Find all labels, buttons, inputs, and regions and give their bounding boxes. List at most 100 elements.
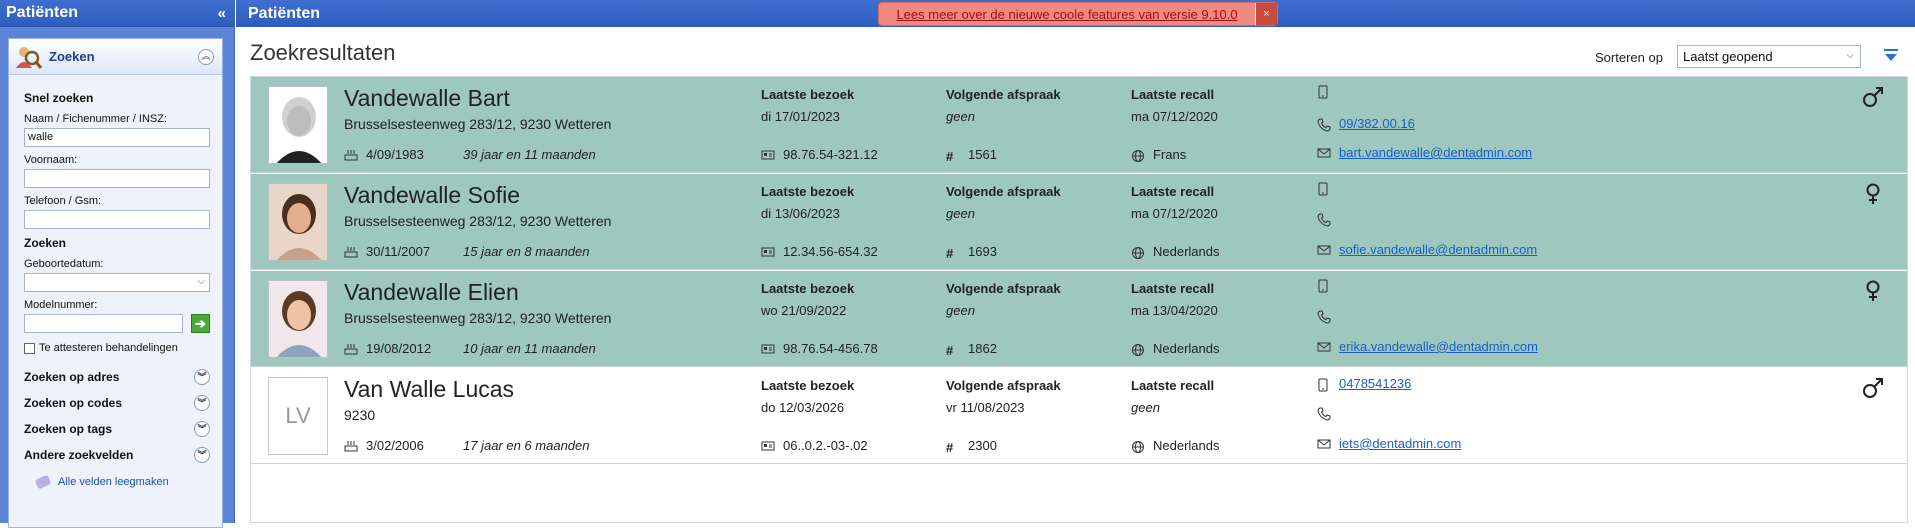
sidebar-title: Patiënten bbox=[6, 4, 79, 21]
female-symbol-icon bbox=[1861, 182, 1885, 206]
chevron-down-icon: ⌵ bbox=[1846, 50, 1854, 61]
double-chevron-left-icon[interactable]: « bbox=[218, 5, 226, 22]
last-recall-value: ma 07/12/2020 bbox=[1131, 109, 1218, 124]
next-appointment-value: geen bbox=[946, 109, 975, 124]
sort-select[interactable]: Laatst geopend ⌵ bbox=[1677, 45, 1861, 68]
patient-address: Brusselsesteenweg 283/12, 9230 Wetteren bbox=[344, 310, 612, 326]
collapse-codes[interactable]: Zoeken op codes ︾ bbox=[24, 390, 210, 416]
update-banner: Lees meer over de nieuwe coole features … bbox=[878, 2, 1278, 26]
search-form: Snel zoeken Naam / Fichenummer / INSZ: w… bbox=[9, 75, 222, 490]
mobile-link[interactable]: 0478541236 bbox=[1339, 376, 1411, 391]
male-symbol-icon bbox=[1861, 376, 1885, 400]
collapse-tags[interactable]: Zoeken op tags ︾ bbox=[24, 416, 210, 442]
phone-icon bbox=[1317, 310, 1331, 324]
file-number: #1561 bbox=[946, 147, 997, 164]
next-appointment-label: Volgende afspraak bbox=[946, 378, 1061, 393]
envelope-icon bbox=[1317, 438, 1331, 450]
last-recall-label: Laatste recall bbox=[1131, 87, 1215, 102]
firstname-label: Voornaam: bbox=[24, 154, 78, 166]
globe-icon bbox=[1131, 440, 1145, 453]
last-visit-label: Laatste bezoek bbox=[761, 184, 855, 199]
phone-label: Telefoon / Gsm: bbox=[24, 195, 102, 207]
last-visit-label: Laatste bezoek bbox=[761, 378, 855, 393]
email-link[interactable]: iets@dentadmin.com bbox=[1339, 436, 1461, 451]
table-row[interactable]: LV Van Walle Lucas 9230 3/02/2006 17 jaar en… bbox=[251, 368, 1907, 464]
phone-link[interactable]: 09/382.00.16 bbox=[1339, 116, 1415, 131]
model-input[interactable] bbox=[24, 314, 183, 333]
attest-checkbox-row[interactable]: Te attesteren behandelingen bbox=[24, 342, 222, 354]
phone-input[interactable] bbox=[24, 210, 210, 229]
avatar bbox=[268, 183, 328, 261]
hash-icon: # bbox=[946, 439, 954, 455]
birthdate-value: 4/09/1983 bbox=[366, 147, 424, 162]
patient-age: 10 jaar en 11 maanden bbox=[463, 341, 596, 356]
patient-address: 9230 bbox=[344, 407, 376, 423]
table-row[interactable]: Vandewalle Elien Brusselsesteenweg 283/12… bbox=[251, 271, 1907, 367]
language: Nederlands bbox=[1131, 438, 1220, 453]
model-label: Modelnummer: bbox=[24, 299, 98, 311]
id-card-icon bbox=[761, 343, 775, 355]
sort-value: Laatst geopend bbox=[1683, 49, 1773, 64]
id-number-value: 06..0.2.-03-.02 bbox=[783, 438, 868, 453]
chevron-down-icon[interactable]: ︾ bbox=[194, 369, 210, 385]
file-number-value: 1561 bbox=[968, 147, 997, 162]
envelope-icon bbox=[1317, 244, 1331, 256]
last-recall-label: Laatste recall bbox=[1131, 184, 1215, 199]
email-link[interactable]: bart.vandewalle@dentadmin.com bbox=[1339, 145, 1532, 160]
close-icon[interactable]: × bbox=[1255, 3, 1277, 25]
email-link[interactable]: sofie.vandewalle@dentadmin.com bbox=[1339, 242, 1537, 257]
patient-address: Brusselsesteenweg 283/12, 9230 Wetteren bbox=[344, 116, 612, 132]
globe-icon bbox=[1131, 343, 1145, 356]
results-list: Vandewalle Bart Brusselsesteenweg 283/12,… bbox=[250, 76, 1908, 523]
patient-name[interactable]: Vandewalle Elien bbox=[344, 279, 519, 306]
collapse-other[interactable]: Andere zoekvelden ︾ bbox=[24, 442, 210, 468]
chevron-down-icon[interactable]: ︾ bbox=[194, 447, 210, 463]
phone-line bbox=[1317, 310, 1339, 324]
search-panel-header[interactable]: Zoeken ︽ bbox=[9, 39, 222, 75]
chevron-down-icon[interactable]: ︾ bbox=[194, 395, 210, 411]
birthdate: 4/09/1983 bbox=[344, 147, 424, 162]
email-link[interactable]: erika.vandewalle@dentadmin.com bbox=[1339, 339, 1538, 354]
table-row[interactable]: Vandewalle Bart Brusselsesteenweg 283/12,… bbox=[251, 77, 1907, 173]
magnifier-person-icon bbox=[13, 42, 43, 72]
phone-icon bbox=[1317, 213, 1331, 227]
patient-name[interactable]: Vandewalle Bart bbox=[344, 85, 510, 112]
attest-label: Te attesteren behandelingen bbox=[39, 342, 178, 354]
collapse-codes-label: Zoeken op codes bbox=[24, 396, 123, 410]
cake-icon bbox=[344, 440, 358, 452]
language: Frans bbox=[1131, 147, 1186, 162]
id-number-value: 98.76.54-321.12 bbox=[783, 147, 878, 162]
next-appointment-value: geen bbox=[946, 303, 975, 318]
chevron-down-icon[interactable]: ︾ bbox=[194, 421, 210, 437]
last-visit-value: di 17/01/2023 bbox=[761, 109, 840, 124]
filter-icon[interactable] bbox=[1883, 48, 1899, 64]
eraser-icon bbox=[34, 474, 52, 490]
attest-checkbox[interactable] bbox=[24, 342, 35, 354]
hash-icon: # bbox=[946, 342, 954, 358]
arrow-right-icon[interactable]: ➔ bbox=[191, 314, 210, 333]
birthdate: 30/11/2007 bbox=[344, 244, 430, 259]
language-value: Nederlands bbox=[1153, 341, 1220, 356]
avatar bbox=[268, 280, 328, 358]
avatar: LV bbox=[268, 377, 328, 455]
phone-line bbox=[1317, 407, 1339, 421]
table-row[interactable]: Vandewalle Sofie Brusselsesteenweg 283/12… bbox=[251, 174, 1907, 270]
firstname-input[interactable] bbox=[24, 169, 210, 188]
mobile-line: 0478541236 bbox=[1317, 376, 1411, 391]
birthdate-select[interactable]: ⌵ bbox=[24, 273, 210, 292]
patient-name[interactable]: Vandewalle Sofie bbox=[344, 182, 520, 209]
email-line: bart.vandewalle@dentadmin.com bbox=[1317, 145, 1532, 160]
patient-name[interactable]: Van Walle Lucas bbox=[344, 376, 514, 403]
id-number: 12.34.56-654.32 bbox=[761, 244, 878, 259]
chevron-up-icon[interactable]: ︽ bbox=[198, 48, 214, 65]
banner-link[interactable]: Lees meer over de nieuwe coole features … bbox=[879, 7, 1255, 22]
id-card-icon bbox=[761, 246, 775, 258]
name-input[interactable]: walle bbox=[24, 128, 210, 147]
female-symbol-icon bbox=[1861, 279, 1885, 303]
next-appointment-label: Volgende afspraak bbox=[946, 87, 1061, 102]
file-number: #1862 bbox=[946, 341, 997, 358]
collapse-address[interactable]: Zoeken op adres ︾ bbox=[24, 364, 210, 390]
clear-fields-link[interactable]: Alle velden leegmaken bbox=[24, 474, 222, 490]
birthdate-label: Geboortedatum: bbox=[24, 258, 104, 270]
envelope-icon bbox=[1317, 341, 1331, 353]
